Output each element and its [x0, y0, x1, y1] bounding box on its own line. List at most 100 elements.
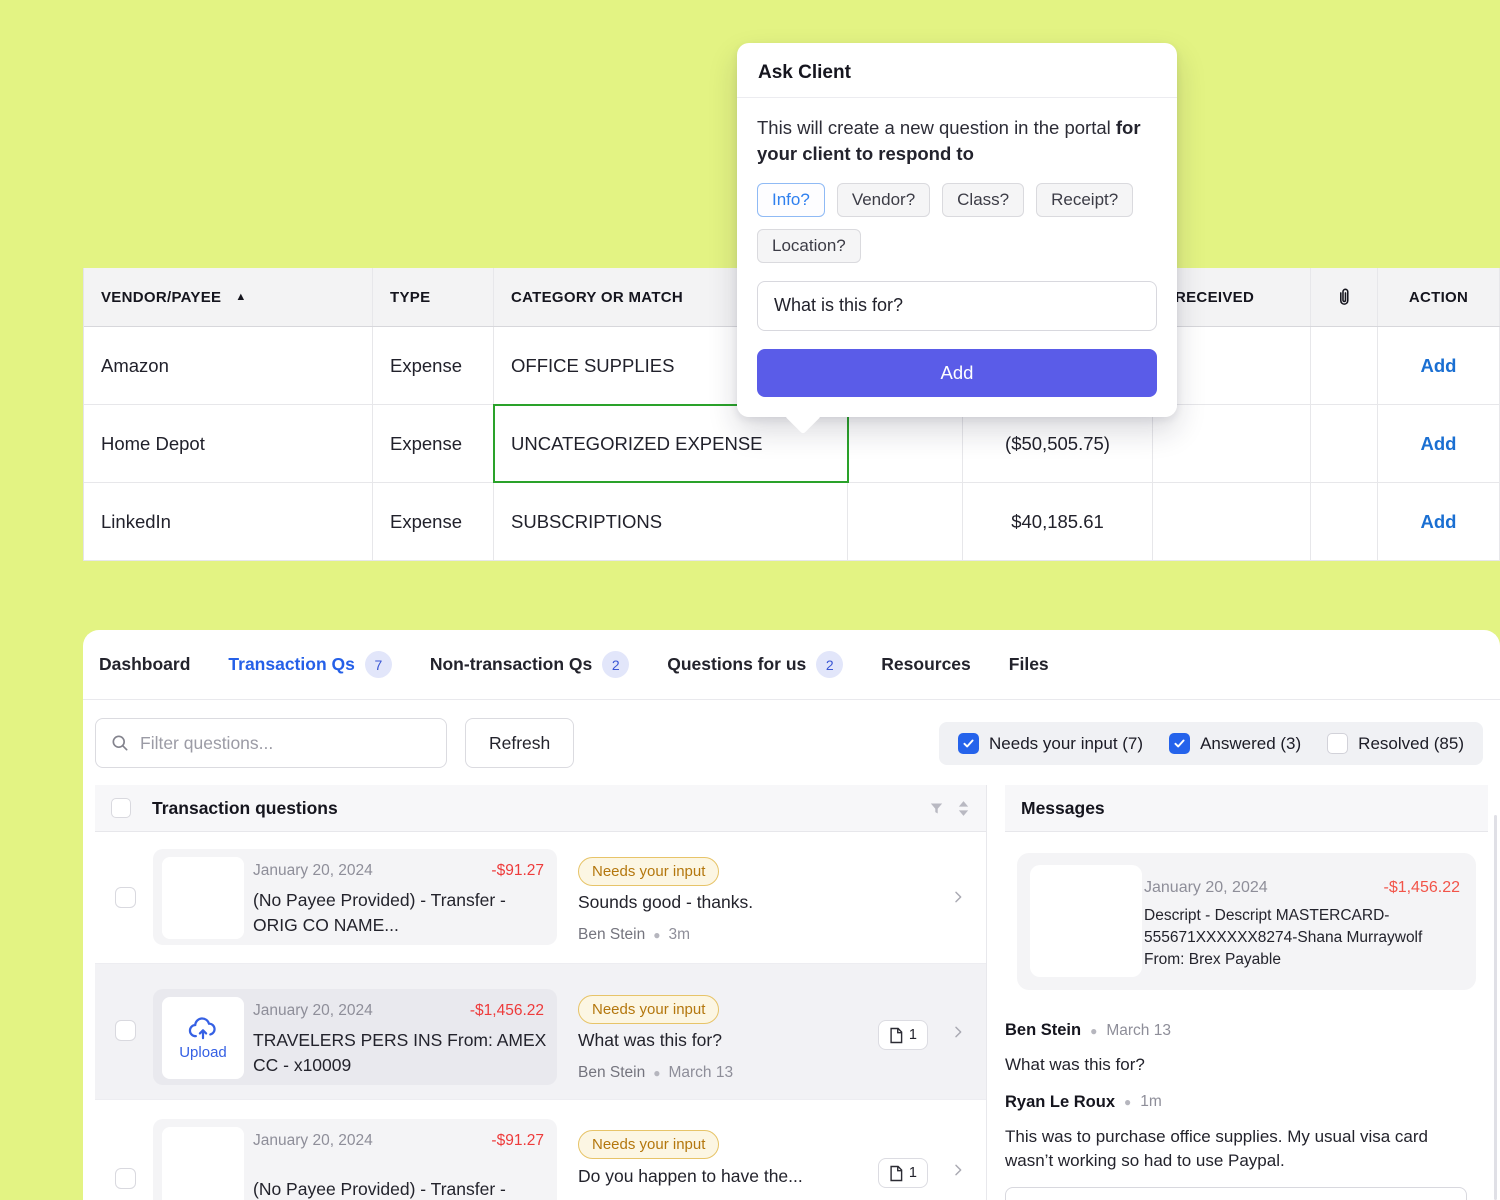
tab-non-transaction-qs[interactable]: Non-transaction Qs 2 — [430, 651, 629, 678]
filter-answered[interactable]: Answered (3) — [1169, 733, 1301, 754]
refresh-button[interactable]: Refresh — [465, 718, 574, 768]
tab-dashboard[interactable]: Dashboard — [99, 654, 190, 675]
column-header-attachment[interactable] — [1311, 268, 1378, 326]
messages-panel: Messages January 20, 2024 -$1,456.22 Des… — [1005, 785, 1488, 1200]
message-text: What was this for? — [1005, 1053, 1467, 1077]
transaction-amount: -$1,456.22 — [470, 1002, 544, 1020]
message-author-line: Ben Stein ● March 13 — [1005, 1021, 1472, 1040]
transaction-payee: (No Payee Provided) - Transfer - ORIG CO… — [253, 1177, 547, 1200]
status-badge: Needs your input — [578, 857, 719, 886]
select-all-checkbox[interactable] — [111, 798, 131, 818]
upload-label: Upload — [179, 1044, 227, 1061]
row-checkbox[interactable] — [115, 1168, 136, 1189]
transaction-date: January 20, 2024 — [1144, 879, 1268, 897]
question-list-item[interactable]: January 20, 2024 -$91.27 (No Payee Provi… — [95, 832, 986, 964]
category-cell[interactable]: SUBSCRIPTIONS — [494, 483, 848, 560]
screen: VENDOR/PAYEE ▲ TYPE CATEGORY OR MATCH RE… — [0, 0, 1500, 1200]
question-text: Do you happen to have the... — [578, 1166, 803, 1187]
status-badge: Needs your input — [578, 1130, 719, 1159]
receipt-thumbnail — [1030, 865, 1142, 977]
questions-panel-header: Transaction questions — [95, 785, 986, 832]
column-header-vendor[interactable]: VENDOR/PAYEE ▲ — [84, 268, 373, 326]
message-author-line: Ryan Le Roux ● 1m — [1005, 1093, 1472, 1112]
add-link[interactable]: Add — [1421, 433, 1457, 455]
file-icon — [889, 1027, 903, 1044]
questions-panel-title: Transaction questions — [152, 798, 338, 819]
received-cell — [1153, 483, 1311, 560]
transaction-date: January 20, 2024 — [253, 1002, 373, 1020]
action-cell: Add — [1378, 483, 1500, 560]
question-input[interactable] — [757, 281, 1157, 331]
answer-input[interactable] — [1005, 1187, 1467, 1200]
spent-cell: $40,185.61 — [963, 483, 1153, 560]
vendor-cell: Home Depot — [84, 405, 373, 482]
question-list-item-selected[interactable]: Upload January 20, 2024 -$1,456.22 TRAVE… — [95, 964, 986, 1100]
checkbox-checked-icon[interactable] — [958, 733, 979, 754]
row-checkbox[interactable] — [115, 1020, 136, 1041]
empty-cell — [848, 405, 963, 482]
table-row[interactable]: LinkedIn Expense SUBSCRIPTIONS $40,185.6… — [84, 483, 1500, 561]
popover-body: This will create a new question in the p… — [737, 98, 1177, 417]
receipt-thumbnail — [162, 1127, 244, 1200]
ask-client-popover: Ask Client This will create a new questi… — [737, 43, 1177, 417]
tab-files[interactable]: Files — [1009, 654, 1049, 675]
question-text: Sounds good - thanks. — [578, 892, 753, 913]
transaction-payee: (No Payee Provided) - Transfer - ORIG CO… — [253, 888, 547, 939]
attachment-count-button[interactable]: 1 — [878, 1158, 928, 1188]
checkbox-unchecked-icon[interactable] — [1327, 733, 1348, 754]
question-text: What was this for? — [578, 1030, 722, 1051]
add-link[interactable]: Add — [1421, 511, 1457, 533]
filter-needs-your-input[interactable]: Needs your input (7) — [958, 733, 1143, 754]
attachment-count-button[interactable]: 1 — [878, 1020, 928, 1050]
transaction-amount: -$91.27 — [491, 1132, 544, 1150]
file-icon — [889, 1165, 903, 1182]
add-question-button[interactable]: Add — [757, 349, 1157, 397]
vendor-cell: LinkedIn — [84, 483, 373, 560]
sort-icon[interactable] — [957, 800, 970, 817]
portal-tabbar: Dashboard Transaction Qs 7 Non-transacti… — [83, 630, 1500, 700]
type-cell: Expense — [373, 327, 494, 404]
column-header-type[interactable]: TYPE — [373, 268, 494, 326]
chevron-right-icon[interactable] — [950, 1022, 966, 1042]
attachment-count: 1 — [909, 1027, 917, 1043]
filter-questions-field[interactable] — [140, 733, 432, 754]
search-icon — [110, 733, 130, 753]
filter-questions-input[interactable] — [95, 718, 447, 768]
type-cell: Expense — [373, 483, 494, 560]
chevron-right-icon[interactable] — [950, 887, 966, 907]
chip-location[interactable]: Location? — [757, 229, 861, 263]
popover-title: Ask Client — [737, 43, 1177, 98]
chip-class[interactable]: Class? — [942, 183, 1024, 217]
question-type-chips: Info? Vendor? Class? Receipt? Location? — [757, 183, 1157, 263]
tab-badge: 2 — [816, 651, 843, 678]
empty-cell — [848, 483, 963, 560]
filter-resolved[interactable]: Resolved (85) — [1327, 733, 1464, 754]
filter-icon[interactable] — [928, 800, 945, 817]
paperclip-icon — [1333, 285, 1355, 309]
transaction-card: Upload January 20, 2024 -$1,456.22 TRAVE… — [153, 989, 557, 1085]
transaction-amount: -$91.27 — [491, 862, 544, 880]
checkbox-checked-icon[interactable] — [1169, 733, 1190, 754]
chevron-right-icon[interactable] — [950, 1160, 966, 1180]
transaction-date: January 20, 2024 — [253, 862, 373, 880]
transaction-card: January 20, 2024 -$91.27 (No Payee Provi… — [153, 849, 557, 945]
message-thread: Ben Stein ● March 13 What was this for? … — [1005, 990, 1488, 1200]
row-checkbox[interactable] — [115, 887, 136, 908]
attachment-cell — [1311, 483, 1378, 560]
question-author-line: Ben Stein●3m — [578, 926, 690, 944]
chip-info[interactable]: Info? — [757, 183, 825, 217]
tab-transaction-qs[interactable]: Transaction Qs 7 — [228, 651, 391, 678]
add-link[interactable]: Add — [1421, 355, 1457, 377]
tab-questions-for-us[interactable]: Questions for us 2 — [667, 651, 843, 678]
question-list-item[interactable]: January 20, 2024 -$91.27 (No Payee Provi… — [95, 1100, 986, 1200]
sort-asc-icon: ▲ — [235, 291, 246, 303]
tab-resources[interactable]: Resources — [881, 654, 971, 675]
chip-receipt[interactable]: Receipt? — [1036, 183, 1133, 217]
upload-thumbnail[interactable]: Upload — [162, 997, 244, 1079]
vendor-header-label: VENDOR/PAYEE — [101, 289, 221, 306]
question-author-line: Ben Stein●March 13 — [578, 1064, 733, 1082]
transaction-payee: TRAVELERS PERS INS From: AMEX CC - x1000… — [253, 1028, 547, 1079]
scrollbar[interactable] — [1494, 815, 1497, 1200]
transaction-description: Descript - Descript MASTERCARD-555671XXX… — [1144, 905, 1464, 971]
chip-vendor[interactable]: Vendor? — [837, 183, 930, 217]
